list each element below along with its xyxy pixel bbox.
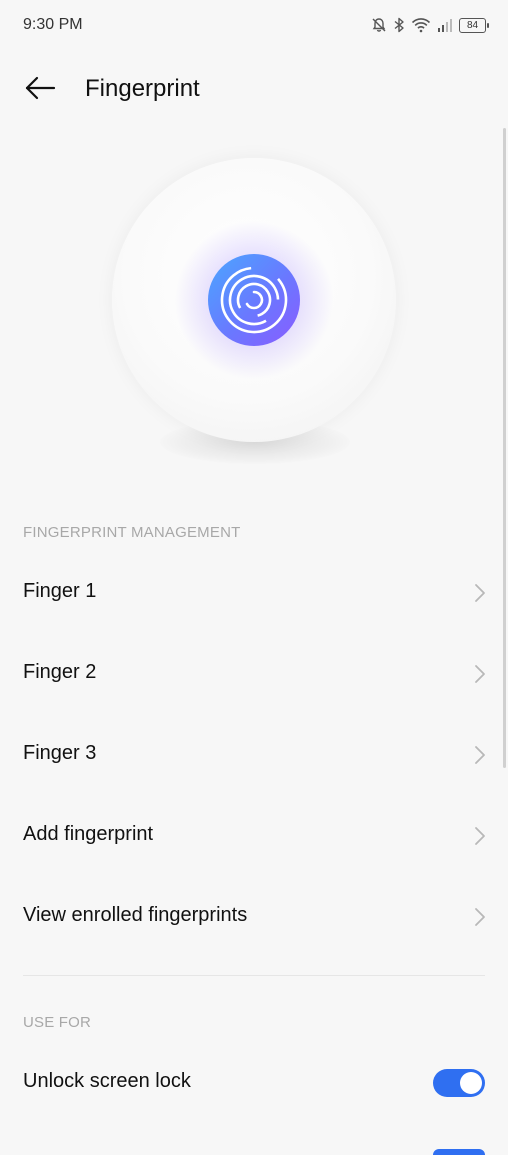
signal-icon [437, 17, 453, 33]
page-title: Fingerprint [85, 75, 200, 102]
fingerprint-hero [112, 158, 396, 442]
list-item-unlock-screen-lock[interactable]: Unlock screen lock [0, 1043, 508, 1124]
item-label: Unlock screen lock [23, 1070, 191, 1092]
back-button[interactable] [20, 72, 60, 108]
chevron-right-icon [475, 827, 485, 845]
status-icons: 84 [371, 15, 489, 35]
item-label: Finger 1 [23, 580, 97, 602]
divider [23, 975, 485, 976]
list-item-add-fingerprint[interactable]: Add fingerprint [0, 796, 508, 877]
item-label: View enrolled fingerprints [23, 904, 248, 926]
wifi-icon [411, 17, 431, 33]
chevron-right-icon [475, 908, 485, 926]
status-bar: 9:30 PM 84 [0, 0, 508, 50]
chevron-right-icon [475, 746, 485, 764]
list-item-finger-1[interactable]: Finger 1 [0, 553, 508, 634]
arrow-left-icon [24, 76, 56, 105]
list-item-finger-2[interactable]: Finger 2 [0, 634, 508, 715]
bluetooth-icon [393, 17, 405, 33]
battery-icon: 84 [459, 17, 489, 33]
bell-off-icon [371, 17, 387, 33]
list-item-view-enrolled[interactable]: View enrolled fingerprints [0, 877, 508, 958]
header: Fingerprint [0, 62, 508, 118]
section-title-use-for: USE FOR [23, 1014, 92, 1031]
chevron-right-icon [475, 584, 485, 602]
next-toggle-partial[interactable] [433, 1149, 485, 1155]
item-label: Finger 3 [23, 742, 97, 764]
item-label: Add fingerprint [23, 823, 154, 845]
item-label: Finger 2 [23, 661, 97, 683]
list-item-finger-3[interactable]: Finger 3 [0, 715, 508, 796]
fingerprint-icon [204, 250, 304, 350]
chevron-right-icon [475, 665, 485, 683]
status-time: 9:30 PM [23, 16, 83, 33]
toggle-knob [460, 1072, 482, 1094]
unlock-screen-lock-toggle[interactable] [433, 1069, 485, 1097]
section-title-management: FINGERPRINT MANAGEMENT [23, 524, 241, 541]
